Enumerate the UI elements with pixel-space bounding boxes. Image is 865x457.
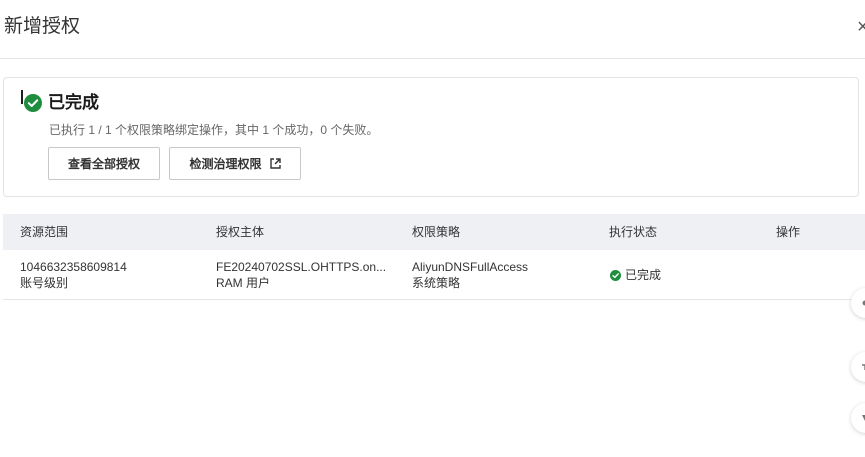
table-row: 1046632358609814 账号级别 FE20240702SSL.OHTT… (3, 250, 865, 300)
success-check-icon (610, 269, 621, 281)
authorization-drawer: 新增授权 × 已完成 已执行 1 / 1 个权限策略绑定操作，其中 1 个成功，… (0, 0, 865, 457)
scope-level: 账号级别 (20, 276, 69, 290)
policy-name: AliyunDNSFullAccess (412, 260, 529, 274)
principal-name: FE20240702SSL.OHTTPS.on... (216, 260, 387, 274)
column-header-execution-status: 执行状态 (609, 225, 658, 239)
text-cursor-marker (21, 90, 23, 104)
column-header-resource-scope: 资源范围 (20, 225, 69, 239)
column-header-actions: 操作 (776, 225, 801, 239)
view-all-authorizations-button[interactable]: 查看全部授权 (48, 147, 160, 180)
authorization-table: 资源范围 授权主体 权限策略 执行状态 操作 1046632358609814 … (3, 214, 865, 300)
policy-type: 系统策略 (412, 276, 461, 290)
execution-status-label: 已完成 (625, 268, 662, 282)
check-governance-permissions-label: 检测治理权限 (189, 157, 262, 171)
column-header-principal: 授权主体 (216, 225, 265, 239)
result-card: 已完成 已执行 1 / 1 个权限策略绑定操作，其中 1 个成功，0 个失败。 … (3, 77, 859, 197)
principal-cell: FE20240702SSL.OHTTPS.on... RAM 用户 (216, 259, 386, 291)
status-description: 已执行 1 / 1 个权限策略绑定操作，其中 1 个成功，0 个失败。 (49, 123, 379, 137)
float-tool-2-icon[interactable] (851, 352, 865, 382)
view-all-authorizations-label: 查看全部授权 (67, 157, 140, 171)
execution-status-cell: 已完成 (610, 267, 661, 283)
column-header-policy: 权限策略 (412, 225, 461, 239)
close-icon[interactable]: × (857, 14, 865, 40)
float-tool-3-icon[interactable] (851, 403, 865, 433)
external-link-icon (269, 158, 281, 169)
principal-type: RAM 用户 (216, 276, 271, 290)
check-governance-permissions-button[interactable]: 检测治理权限 (169, 147, 301, 180)
policy-cell: AliyunDNSFullAccess 系统策略 (412, 259, 528, 291)
table-header: 资源范围 授权主体 权限策略 执行状态 操作 (3, 214, 865, 250)
drawer-title: 新增授权 (4, 16, 81, 37)
resource-scope-cell: 1046632358609814 账号级别 (20, 259, 127, 291)
status-title: 已完成 (48, 93, 99, 112)
drawer-header: 新增授权 × (0, 0, 865, 59)
scope-id: 1046632358609814 (20, 260, 127, 274)
success-check-icon (24, 94, 42, 112)
